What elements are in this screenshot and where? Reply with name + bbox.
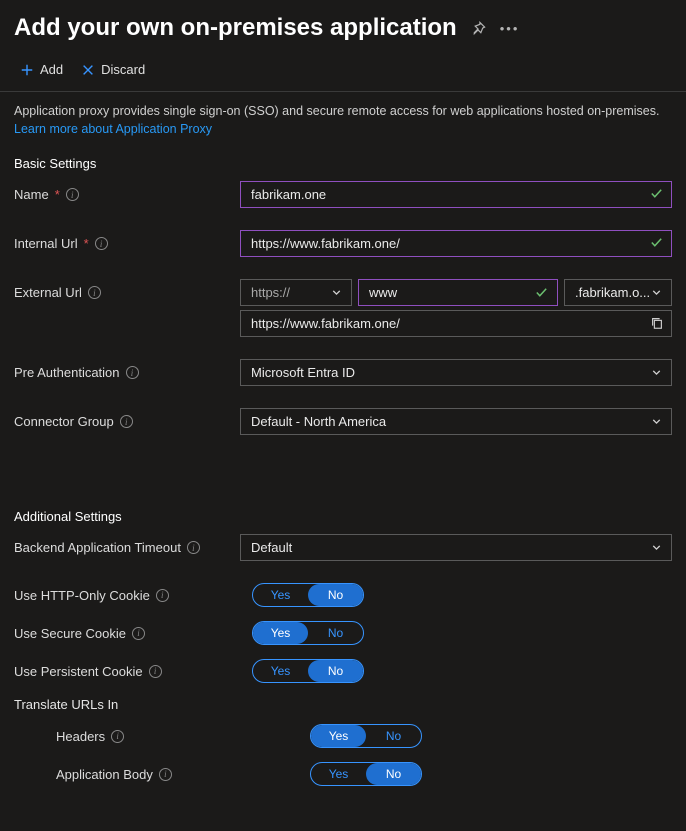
- chevron-down-icon: [650, 366, 663, 379]
- info-icon[interactable]: i: [66, 188, 79, 201]
- info-icon[interactable]: i: [111, 730, 124, 743]
- plus-icon: [20, 63, 34, 77]
- backend-timeout-label: Backend Application Timeout i: [14, 534, 240, 555]
- internal-url-label: Internal Url * i: [14, 230, 240, 251]
- add-label: Add: [40, 62, 63, 77]
- check-icon: [534, 285, 549, 300]
- persistent-cookie-label: Use Persistent Cookie i: [14, 664, 252, 679]
- subdomain-input[interactable]: www: [358, 279, 558, 306]
- internal-url-input[interactable]: [240, 230, 672, 257]
- intro-text: Application proxy provides single sign-o…: [14, 102, 672, 152]
- name-label: Name * i: [14, 181, 240, 202]
- connector-group-select[interactable]: Default - North America: [240, 408, 672, 435]
- domain-select[interactable]: .fabrikam.o...: [564, 279, 672, 306]
- check-icon: [649, 235, 664, 250]
- info-icon[interactable]: i: [120, 415, 133, 428]
- headers-label: Headers i: [14, 729, 310, 744]
- required-marker: *: [55, 187, 60, 202]
- secure-cookie-toggle[interactable]: Yes No: [252, 621, 364, 645]
- pre-auth-select[interactable]: Microsoft Entra ID: [240, 359, 672, 386]
- translate-urls-title: Translate URLs In: [14, 697, 672, 712]
- http-only-cookie-label: Use HTTP-Only Cookie i: [14, 588, 252, 603]
- learn-more-link[interactable]: Learn more about Application Proxy: [14, 122, 212, 136]
- copy-icon[interactable]: [650, 316, 664, 330]
- pre-auth-label: Pre Authentication i: [14, 359, 240, 380]
- http-only-cookie-toggle[interactable]: Yes No: [252, 583, 364, 607]
- intro-body: Application proxy provides single sign-o…: [14, 104, 659, 118]
- discard-button[interactable]: Discard: [81, 62, 145, 77]
- secure-cookie-label: Use Secure Cookie i: [14, 626, 252, 641]
- more-icon[interactable]: •••: [500, 21, 520, 36]
- info-icon[interactable]: i: [149, 665, 162, 678]
- check-icon: [649, 186, 664, 201]
- page-title: Add your own on-premises application: [14, 14, 457, 42]
- protocol-select[interactable]: https://: [240, 279, 352, 306]
- application-body-label: Application Body i: [14, 767, 310, 782]
- close-icon: [81, 63, 95, 77]
- info-icon[interactable]: i: [187, 541, 200, 554]
- backend-timeout-select[interactable]: Default: [240, 534, 672, 561]
- persistent-cookie-toggle[interactable]: Yes No: [252, 659, 364, 683]
- info-icon[interactable]: i: [156, 589, 169, 602]
- application-body-toggle[interactable]: Yes No: [310, 762, 422, 786]
- chevron-down-icon: [330, 286, 343, 299]
- required-marker: *: [84, 236, 89, 251]
- info-icon[interactable]: i: [88, 286, 101, 299]
- basic-settings-title: Basic Settings: [14, 156, 672, 171]
- info-icon[interactable]: i: [126, 366, 139, 379]
- info-icon[interactable]: i: [95, 237, 108, 250]
- additional-settings-title: Additional Settings: [14, 509, 672, 524]
- page-header: Add your own on-premises application •••: [14, 10, 672, 50]
- full-external-url: https://www.fabrikam.one/: [240, 310, 672, 337]
- chevron-down-icon: [650, 415, 663, 428]
- discard-label: Discard: [101, 62, 145, 77]
- pin-icon[interactable]: [471, 21, 486, 36]
- divider: [0, 91, 686, 92]
- headers-toggle[interactable]: Yes No: [310, 724, 422, 748]
- chevron-down-icon: [650, 541, 663, 554]
- chevron-down-icon: [650, 286, 663, 299]
- external-url-label: External Url i: [14, 279, 240, 300]
- connector-group-label: Connector Group i: [14, 408, 240, 429]
- name-input[interactable]: [240, 181, 672, 208]
- info-icon[interactable]: i: [132, 627, 145, 640]
- toolbar: Add Discard: [14, 50, 672, 89]
- add-button[interactable]: Add: [20, 62, 63, 77]
- info-icon[interactable]: i: [159, 768, 172, 781]
